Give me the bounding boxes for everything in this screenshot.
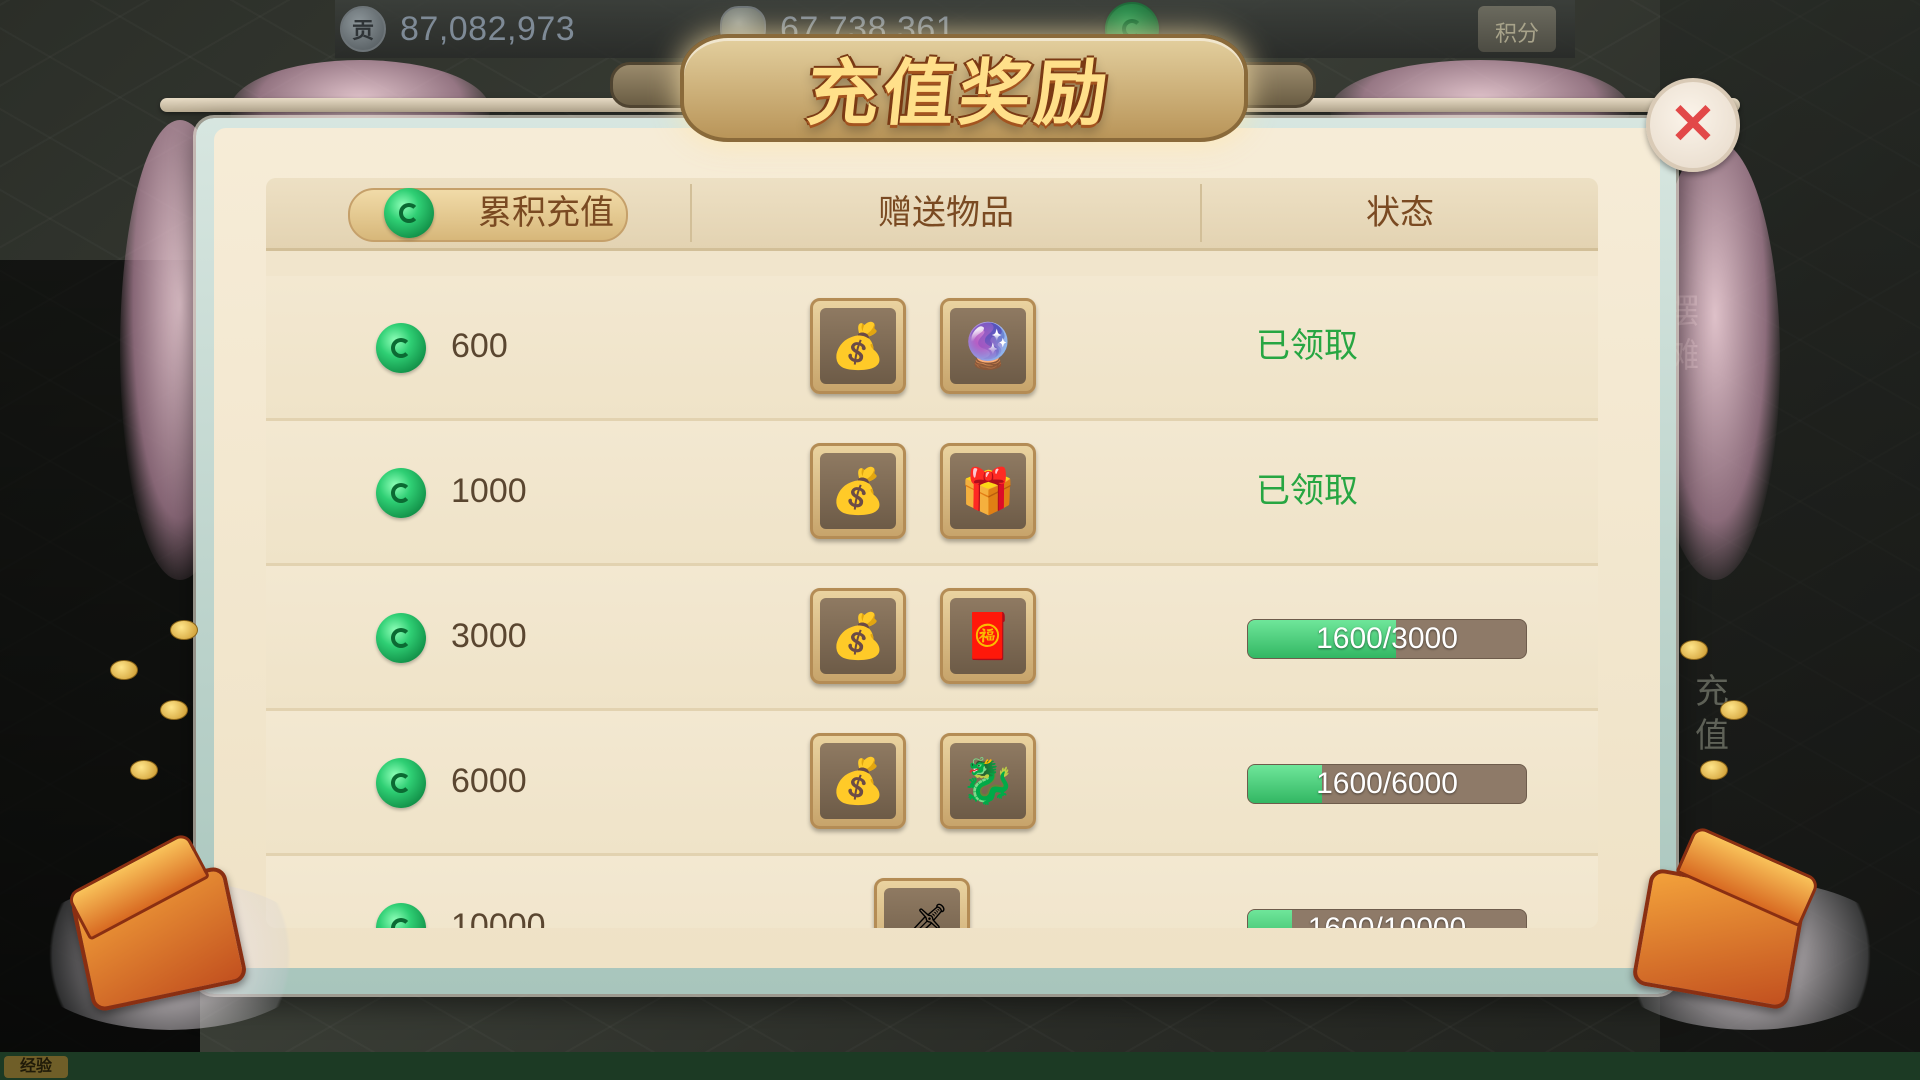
header-status: 状态 [1366,193,1434,233]
reward-item-gold-bag[interactable]: 💰 [810,588,906,684]
progress-text: 1600/10000 [1248,910,1526,928]
gold-bag-icon: 💰 [820,743,896,819]
exp-bar [0,1052,1920,1080]
recharge-amount: 6000 [451,762,527,800]
reward-item-red-pouch[interactable]: 🧧 [940,588,1036,684]
coin-icon [170,620,198,640]
resource-gongxian: 贡 87,082,973 [340,6,575,52]
header-rewards: 赠送物品 [878,193,1014,233]
dialog-title: 充值奖励 [802,49,1116,135]
table-header: 累积充值 赠送物品 状态 [266,178,1598,251]
jade-icon [376,468,426,518]
reward-item-gold-bag[interactable]: 💰 [810,443,906,539]
reward-item-sword[interactable]: 🗡 [874,878,970,928]
coin-icon [130,760,158,780]
status-claimed: 已领取 [1256,472,1358,510]
dragon-icon: 🐉 [950,743,1026,819]
reward-row: 6000 💰 🐉 1600/6000 [266,711,1598,856]
progress-text: 1600/6000 [1316,767,1458,800]
gold-bag-icon: 💰 [820,453,896,529]
red-pouch-icon: 🧧 [950,598,1026,674]
close-button[interactable]: ✕ [1646,78,1740,172]
progress-bar: 1600/6000 [1247,764,1527,804]
reward-item-crystal-orb[interactable]: 🔮 [940,298,1036,394]
score-button[interactable]: 积分 [1478,6,1556,52]
recharge-amount: 3000 [451,617,527,655]
gold-bag-icon: 💰 [820,308,896,384]
progress-text: 1600/3000 [1316,622,1458,655]
reward-item-dragon[interactable]: 🐉 [940,733,1036,829]
reward-rows[interactable]: 600 💰 🔮 已领取 1000 💰 🎁 已领取 3000 💰 🧧 1600/3… [266,276,1598,928]
header-amount: 累积充值 [478,193,614,233]
coin-icon [110,660,138,680]
reward-row: 600 💰 🔮 已领取 [266,276,1598,421]
reward-row: 10000 🗡 1600/10000 [266,856,1598,928]
reward-item-gold-bag[interactable]: 💰 [810,733,906,829]
sword-icon: 🗡 [884,888,960,928]
reward-row: 3000 💰 🧧 1600/3000 [266,566,1598,711]
lucky-pouch-icon: 🎁 [950,453,1026,529]
crystal-orb-icon: 🔮 [950,308,1026,384]
exp-label: 经验 [4,1056,68,1078]
jade-icon [384,188,434,238]
coin-icon [1680,640,1708,660]
jade-icon [376,903,426,928]
coin-icon [1720,700,1748,720]
recharge-amount: 600 [451,327,508,365]
recharge-amount: 1000 [451,472,527,510]
progress-bar: 1600/3000 [1247,619,1527,659]
reward-item-lucky-pouch[interactable]: 🎁 [940,443,1036,539]
jade-icon [376,323,426,373]
contribution-icon: 贡 [340,6,386,52]
coin-icon [1700,760,1728,780]
reward-table: 累积充值 赠送物品 状态 600 💰 🔮 已领取 1000 💰 🎁 已领取 30… [266,178,1598,928]
jade-icon [376,613,426,663]
gold-bag-icon: 💰 [820,598,896,674]
jade-icon [376,758,426,808]
reward-row: 1000 💰 🎁 已领取 [266,421,1598,566]
reward-item-gold-bag[interactable]: 💰 [810,298,906,394]
recharge-amount: 10000 [451,907,546,928]
progress-bar: 1600/10000 [1247,909,1527,928]
contribution-value: 87,082,973 [400,9,576,48]
status-claimed: 已领取 [1256,327,1358,365]
coin-icon [160,700,188,720]
